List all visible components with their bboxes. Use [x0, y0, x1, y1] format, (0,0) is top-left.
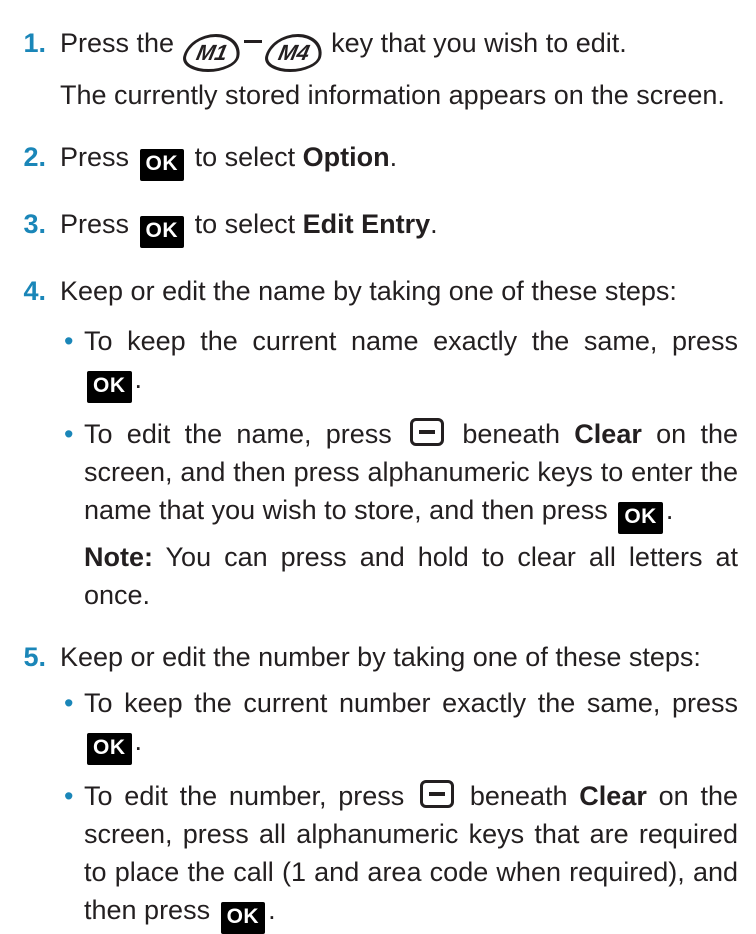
instructions-page: 1. Press the M1 M4 key that you wish to e… [0, 0, 756, 934]
step-4-bullet-keep: • To keep the current name exactly the s… [60, 322, 738, 403]
clear-label: Clear [574, 419, 642, 449]
step-3: 3. Press OK to select Edit Entry. [10, 205, 738, 248]
bullet-text: beneath [469, 781, 568, 811]
range-dash [243, 40, 262, 43]
bullet-text: beneath [462, 419, 560, 449]
period: . [134, 726, 143, 756]
step-2: 2. Press OK to select Option. [10, 138, 738, 181]
step-5-bullet-edit: • To edit the number, press beneath Clea… [60, 777, 738, 934]
step-number: 1. [23, 28, 46, 58]
clear-label: Clear [579, 781, 647, 811]
step-number: 2. [23, 142, 46, 172]
period: . [268, 895, 276, 925]
m4-key-icon: M4 [261, 34, 326, 72]
period: . [134, 364, 143, 394]
edit-entry-label: Edit Entry [302, 209, 431, 239]
step-4: 4. Keep or edit the name by taking one o… [10, 272, 738, 614]
m1-key-icon: M1 [179, 34, 244, 72]
step-text: Press [60, 142, 130, 172]
note: Note: You can press and hold to clear al… [84, 538, 738, 614]
ok-key-icon: OK [220, 902, 266, 934]
step-number: 5. [23, 642, 46, 672]
step-number: 4. [23, 276, 46, 306]
bullet-glyph: • [64, 326, 74, 356]
bullet-text: To keep the current number exactly the s… [84, 688, 738, 718]
step-text: Press [60, 209, 130, 239]
step-5-intro: Keep or edit the number by taking one of… [60, 642, 701, 672]
ok-key-icon: OK [87, 371, 132, 403]
step-1: 1. Press the M1 M4 key that you wish to e… [10, 24, 738, 114]
ok-key-icon: OK [618, 502, 663, 534]
step-text: to select [194, 142, 296, 172]
period: . [389, 142, 398, 172]
ok-key-icon: OK [87, 733, 132, 765]
note-label: Note: [84, 542, 153, 572]
step-5-bullet-keep: • To keep the current number exactly the… [60, 684, 738, 765]
softkey-icon [420, 780, 455, 808]
step-text: Press the [60, 28, 175, 58]
step-4-bullet-edit: • To edit the name, press beneath Clear … [60, 415, 738, 614]
bullet-glyph: • [64, 419, 74, 449]
period: . [665, 495, 674, 525]
ok-key-icon: OK [139, 149, 185, 181]
bullet-glyph: • [64, 688, 74, 718]
step-4-intro: Keep or edit the name by taking one of t… [60, 276, 677, 306]
bullet-text: To edit the number, press [84, 781, 405, 811]
step-text: key that you wish to edit. [331, 28, 627, 58]
bullet-text: To keep the current name exactly the sam… [84, 326, 738, 356]
step-5: 5. Keep or edit the number by taking one… [10, 638, 738, 934]
option-label: Option [302, 142, 390, 172]
ok-key-icon: OK [139, 216, 185, 248]
note-text: You can press and hold to clear all lett… [84, 542, 738, 610]
period: . [430, 209, 438, 239]
softkey-icon [410, 418, 445, 446]
step-text: to select [194, 209, 296, 239]
step-1-line: Press the M1 M4 key that you wish to edit… [60, 24, 738, 72]
bullet-text: To edit the name, press [84, 419, 392, 449]
step-1-detail: The currently stored information appears… [60, 80, 725, 110]
step-number: 3. [23, 209, 46, 239]
bullet-glyph: • [64, 781, 74, 811]
